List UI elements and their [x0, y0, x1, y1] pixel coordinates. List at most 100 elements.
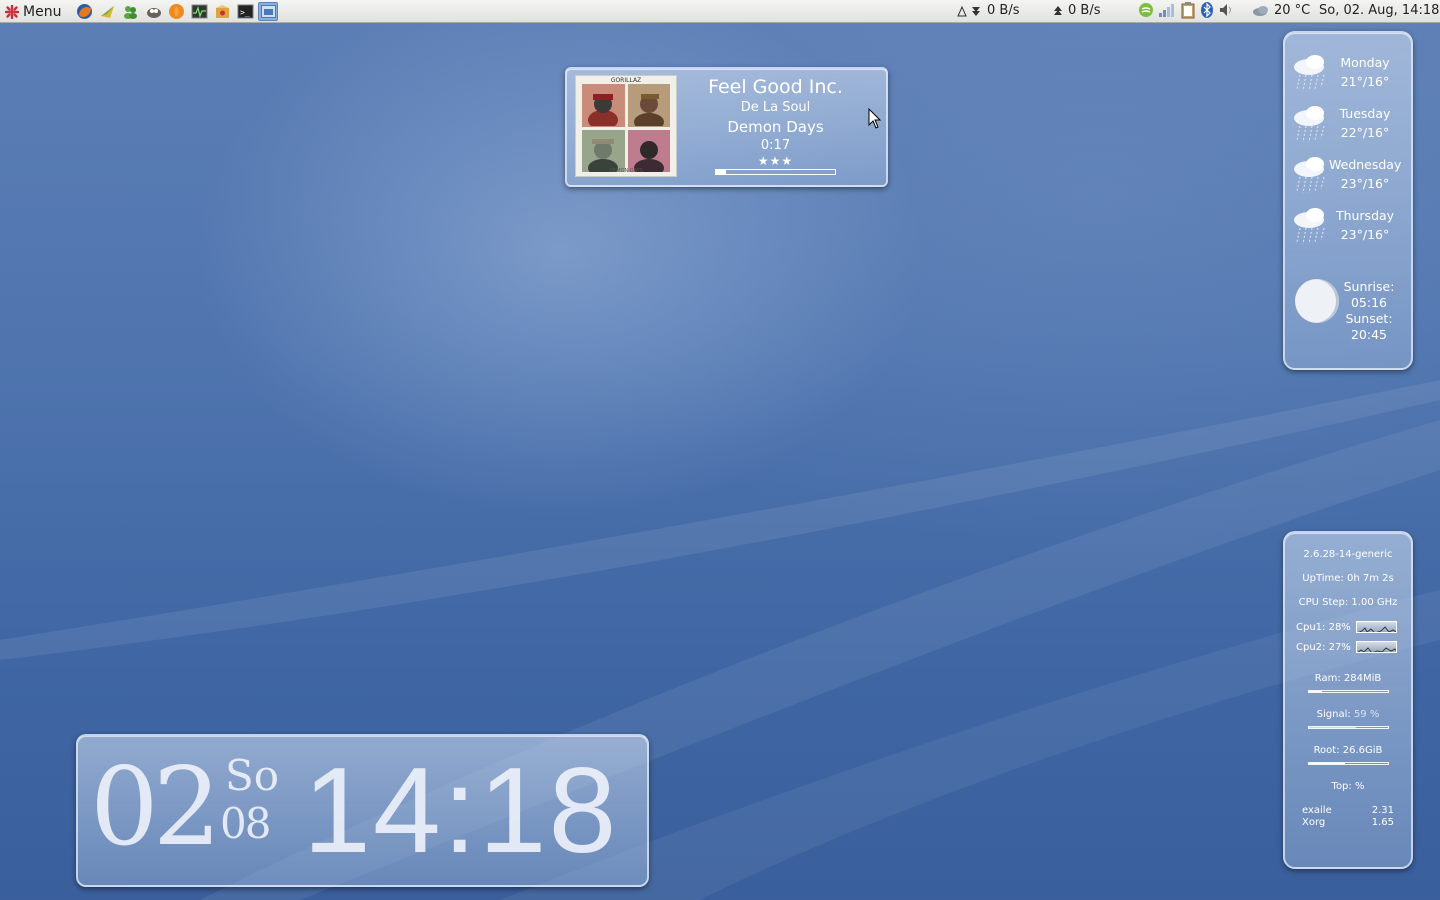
panel-clock[interactable]: So, 02. Aug, 14:18 — [1319, 3, 1439, 18]
net-download-monitor: 0 B/s — [955, 3, 1019, 18]
ram-label: Ram: 284MiB — [1314, 673, 1382, 684]
cover-panel-2 — [627, 84, 670, 127]
track-progress-bar[interactable] — [715, 169, 836, 175]
clock-day: 02 — [90, 745, 221, 870]
cpu2-label: Cpu2: 27% — [1296, 641, 1351, 653]
cover-panel-4 — [627, 129, 670, 172]
gimp-icon[interactable] — [143, 2, 163, 21]
track-artist: De La Soul — [740, 100, 811, 115]
forecast-day: Monday 21°/16° — [1285, 51, 1415, 95]
menu-label: Menu — [23, 3, 62, 20]
track-title: Feel Good Inc. — [708, 76, 843, 98]
rain-cloud-icon — [1294, 55, 1325, 92]
sun-times: Sunrise: 05:16 Sunset: 20:45 — [1337, 279, 1401, 343]
top-label: Top: % — [1331, 781, 1365, 792]
forecast-day-name: Thursday — [1335, 208, 1395, 223]
cover-panel-3 — [582, 129, 625, 172]
sunrise-label: Sunrise: — [1343, 279, 1395, 294]
forecast-day: Wednesday 23°/16° — [1285, 153, 1415, 197]
cover-subtitle: DEMON DAYS — [609, 168, 643, 174]
desktop-icon[interactable] — [258, 2, 278, 21]
process-name: Xorg — [1302, 817, 1326, 828]
forecast-day-temps: 22°/16° — [1340, 125, 1390, 140]
forecast-day-name: Wednesday — [1329, 157, 1402, 172]
media-player-icon[interactable] — [166, 2, 186, 21]
forecast-day-temps: 21°/16° — [1340, 74, 1390, 89]
rain-cloud-icon — [1294, 106, 1325, 143]
rain-cloud-icon — [1294, 157, 1325, 194]
kernel-version: 2.6.28-14-generic — [1303, 549, 1393, 560]
cpu-step: CPU Step: 1.00 GHz — [1298, 597, 1398, 608]
track-album: Demon Days — [727, 118, 824, 136]
signal-bar-fill — [1309, 727, 1356, 728]
forecast-day-name: Monday — [1340, 55, 1390, 70]
rain-cloud-icon — [1294, 208, 1325, 245]
clock-month: 08 — [220, 799, 271, 848]
uptime: UpTime: 0h 7m 2s — [1302, 573, 1394, 584]
cpu2-graph — [1356, 641, 1397, 653]
cover-band-name: GORILLAZ — [610, 77, 642, 84]
process-value: 1.65 — [1371, 817, 1394, 828]
upload-speed: 0 B/s — [1068, 3, 1101, 18]
main-menu-button[interactable]: Menu — [2, 2, 64, 21]
forecast-day-temps: 23°/16° — [1340, 176, 1390, 191]
process-value: 2.31 — [1371, 805, 1394, 816]
cpu1-graph — [1356, 621, 1397, 633]
ram-bar — [1308, 690, 1389, 693]
process-row: exaile 2.31 — [1302, 805, 1394, 816]
weather-widget: Monday 21°/16° Tuesday 22°/16° Wednesday… — [1283, 31, 1413, 370]
music-player-widget[interactable]: GORILLAZ DEMON DAYS Feel Good Inc. De La… — [565, 67, 888, 187]
root-label: Root: 26.6GiB — [1313, 745, 1383, 756]
mouse-pointer-icon — [868, 108, 882, 129]
terminal-icon[interactable]: >_ — [235, 2, 255, 21]
top-panel: Menu >_ 0 B/s 0 B/s 20 °C So, 02. Aug, 1… — [0, 0, 1440, 23]
track-time: 0:17 — [760, 138, 791, 153]
moon-icon — [1295, 279, 1339, 323]
net-upload-monitor: 0 B/s — [1052, 3, 1100, 18]
track-progress-fill — [716, 170, 726, 174]
forecast-day-temps: 23°/16° — [1340, 227, 1390, 242]
svg-text:>_: >_ — [240, 8, 250, 17]
signal-row: Signal: 59 % — [1285, 709, 1411, 720]
system-monitor-widget: 2.6.28-14-generic UpTime: 0h 7m 2s CPU S… — [1283, 531, 1413, 869]
clock-weekday: So — [225, 751, 280, 800]
upload-arrow-icon — [1054, 5, 1062, 15]
ram-bar-fill — [1309, 691, 1323, 692]
forecast-day-name: Tuesday — [1339, 106, 1391, 121]
cpu1-row: Cpu1: 28% — [1296, 621, 1397, 633]
download-speed: 0 B/s — [987, 3, 1020, 18]
track-info: Feel Good Inc. De La Soul Demon Days 0:1… — [693, 75, 858, 167]
wifi-signal-icon[interactable] — [1158, 2, 1176, 22]
date-clock-widget: 02 So 08 14:18 — [76, 734, 649, 887]
network-icon — [957, 5, 980, 16]
album-cover: GORILLAZ DEMON DAYS — [575, 75, 677, 177]
root-bar — [1308, 762, 1389, 765]
system-tray — [1138, 1, 1236, 23]
sunset-label: Sunset: — [1345, 311, 1393, 326]
sunrise-time: 05:16 — [1350, 295, 1388, 310]
track-rating[interactable]: ★★★ — [693, 155, 858, 167]
music-tray-icon[interactable] — [1138, 2, 1154, 22]
package-icon[interactable] — [212, 2, 232, 21]
cloud-icon — [1253, 5, 1268, 16]
forecast-day: Thursday 23°/16° — [1285, 204, 1415, 248]
process-name: exaile — [1302, 805, 1332, 816]
volume-icon[interactable] — [1218, 2, 1236, 22]
signal-bar — [1308, 726, 1389, 729]
sunset-time: 20:45 — [1350, 327, 1388, 342]
bluetooth-icon[interactable] — [1200, 1, 1214, 23]
system-monitor-icon[interactable] — [189, 2, 209, 21]
cpu1-label: Cpu1: 28% — [1296, 621, 1351, 633]
clipboard-icon[interactable] — [1180, 1, 1196, 23]
menu-flower-icon — [5, 4, 19, 19]
messenger-icon[interactable] — [120, 2, 140, 21]
weather-temperature[interactable]: 20 °C — [1252, 3, 1310, 18]
cpu2-row: Cpu2: 27% — [1296, 641, 1397, 653]
clock-time: 14:18 — [303, 742, 619, 878]
mail-icon[interactable] — [97, 2, 117, 21]
signal-label: Signal: — [1316, 709, 1351, 720]
cover-panel-1 — [582, 84, 625, 127]
root-bar-fill — [1309, 763, 1345, 764]
temperature-text: 20 °C — [1274, 3, 1311, 18]
firefox-icon[interactable] — [74, 2, 94, 21]
